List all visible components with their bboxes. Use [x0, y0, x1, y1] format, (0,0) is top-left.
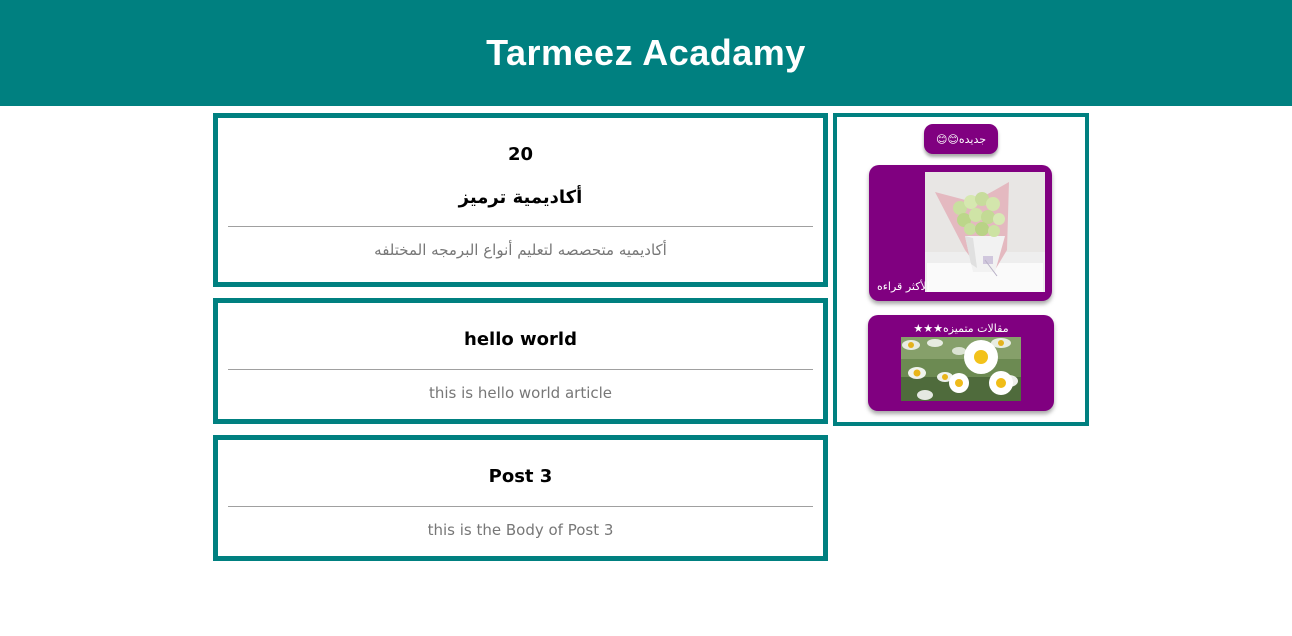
post-title-number: 20: [507, 144, 534, 165]
post-card: 20 أكاديمية ترميز أكاديميه متحصصه لتعليم…: [213, 113, 828, 287]
post-divider: [228, 226, 813, 227]
most-read-card[interactable]: الأكثر قراءه: [869, 165, 1052, 301]
posts-list: 20 أكاديمية ترميز أكاديميه متحصصه لتعليم…: [213, 113, 828, 572]
post-divider: [228, 506, 813, 507]
post-body: this is the Body of Post 3: [427, 521, 614, 539]
featured-articles-label: مقالات متميزه★★★: [913, 322, 1009, 335]
post-card: Post 3 this is the Body of Post 3: [213, 435, 828, 561]
daisy-photo-icon: [901, 337, 1021, 401]
sidebar: جديده😊😊 الأكثر قراءه مقالات متميزه★★★: [833, 113, 1089, 426]
site-title: Tarmeez Acadamy: [486, 32, 806, 73]
site-header: Tarmeez Acadamy: [0, 0, 1292, 106]
post-title: Post 3: [488, 466, 553, 487]
post-body: this is hello world article: [428, 384, 613, 402]
featured-articles-card[interactable]: مقالات متميزه★★★: [868, 315, 1054, 411]
flower-bouquet-photo-icon: [925, 172, 1045, 292]
most-read-label: الأكثر قراءه: [877, 280, 930, 293]
post-title: أكاديمية ترميز: [458, 187, 583, 208]
post-card: hello world this is hello world article: [213, 298, 828, 424]
post-title: hello world: [464, 329, 577, 350]
post-divider: [228, 369, 813, 370]
new-badge[interactable]: جديده😊😊: [924, 124, 998, 154]
post-body: أكاديميه متحصصه لتعليم أنواع البرمجه الم…: [374, 241, 667, 259]
